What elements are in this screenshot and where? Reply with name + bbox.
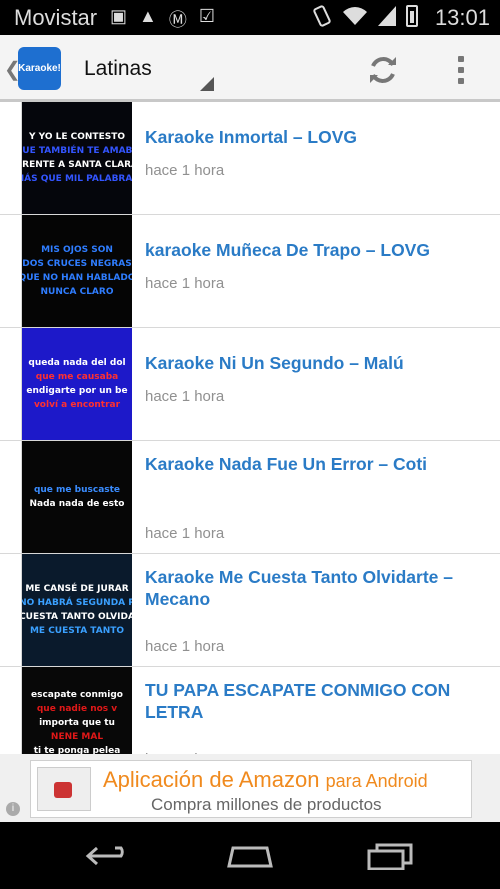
spinner-caret-icon <box>200 77 214 91</box>
alert-icon: ▲ <box>139 6 157 26</box>
video-thumbnail[interactable]: que me buscaste Nada nada de esto <box>22 441 132 553</box>
battery-icon <box>406 5 418 27</box>
list-item[interactable]: que me buscaste Nada nada de esto Karaoke … <box>0 441 500 554</box>
thumbnail-lyric-text: NENE MAL <box>50 732 104 742</box>
navigation-bar <box>0 822 500 889</box>
refresh-icon <box>370 57 396 83</box>
thumbnail-lyric-text: endigarte por un be <box>26 386 128 396</box>
thumbnail-lyric-text: QUE TAMBIÉN TE AMABA <box>22 146 132 156</box>
thumbnail-lyric-text: importa que tu <box>39 718 115 728</box>
video-thumbnail[interactable]: escapate conmigo que nadie nos v importa q… <box>22 667 132 754</box>
action-bar: ❮ Karaoke! Latinas <box>0 35 500 102</box>
video-timestamp: hace 1 hora <box>145 275 225 292</box>
thumbnail-lyric-text: queda nada del dol <box>28 358 126 368</box>
row-divider <box>0 441 22 553</box>
list-item[interactable]: escapate conmigo que nadie nos v importa q… <box>0 667 500 754</box>
row-divider <box>0 102 22 214</box>
thumbnail-lyric-text: QUE NO HAN HABLADO <box>22 273 132 283</box>
video-thumbnail[interactable]: ME CANSÉ DE JURAR NO HABRÁ SEGUNDA P CUEST… <box>22 554 132 666</box>
row-divider <box>0 554 22 666</box>
overflow-menu-button[interactable] <box>448 49 474 91</box>
thumbnail-lyric-text: volví a encontrar <box>33 400 121 410</box>
ad-subline: Compra millones de productos <box>151 795 382 814</box>
ad-content[interactable]: Aplicación de Amazon para Android Compra… <box>30 760 472 818</box>
refresh-button[interactable] <box>362 49 404 91</box>
system-icons <box>312 5 418 27</box>
notification-icons: ▣ ▲ Ⓜ ☑ <box>110 6 215 32</box>
thumbnail-lyric-text: que me buscaste <box>33 485 121 495</box>
thumbnail-lyric-text: ME CANSÉ DE JURAR <box>25 584 129 594</box>
video-thumbnail[interactable]: queda nada del dol que me causaba endigart… <box>22 328 132 440</box>
category-title: Latinas <box>84 57 152 80</box>
thumbnail-lyric-text: MÁS QUE MIL PALABRAS <box>22 174 132 184</box>
video-thumbnail[interactable]: Y YO LE CONTESTO QUE TAMBIÉN TE AMABA FREN… <box>22 102 132 214</box>
clock: 13:01 <box>434 5 490 30</box>
ad-banner[interactable]: Aplicación de Amazon para Android Compra… <box>0 754 500 822</box>
carrier-name: Movistar <box>14 5 98 30</box>
list-item[interactable]: ME CANSÉ DE JURAR NO HABRÁ SEGUNDA P CUEST… <box>0 554 500 667</box>
thumbnail-lyric-text: que me causaba <box>35 372 119 382</box>
thumbnail-lyric-text: Nada nada de esto <box>29 499 125 509</box>
bag-check-icon: ☑ <box>198 6 215 26</box>
app-logo[interactable]: Karaoke! <box>18 47 61 90</box>
ad-headline: Aplicación de Amazon para Android <box>103 767 428 792</box>
row-divider <box>0 328 22 440</box>
thumbnail-lyric-text: que nadie nos v <box>36 704 118 714</box>
thumbnail-lyric-text: ME CUESTA TANTO <box>29 626 125 636</box>
video-title[interactable]: Karaoke Me Cuesta Tanto Olvidarte – Meca… <box>145 566 485 610</box>
video-title[interactable]: TU PAPA ESCAPATE CONMIGO CON LETRA <box>145 679 485 723</box>
video-timestamp: hace 1 hora <box>145 525 225 542</box>
thumbnail-lyric-text: escapate conmigo <box>31 690 123 700</box>
ad-image <box>37 767 91 811</box>
list-item[interactable]: MIS OJOS SON DOS CRUCES NEGRAS QUE NO HAN … <box>0 215 500 328</box>
home-icon <box>227 846 273 868</box>
recent-apps-icon <box>367 843 413 870</box>
video-timestamp: hace 1 hora <box>145 638 225 655</box>
signal-icon <box>378 6 396 26</box>
back-icon <box>85 846 124 866</box>
video-title[interactable]: karaoke Muñeca De Trapo – LOVG <box>145 239 485 261</box>
back-button[interactable] <box>80 836 140 876</box>
image-icon: ▣ <box>110 6 128 26</box>
status-bar: Movistar ▣ ▲ Ⓜ ☑ 13:01 <box>0 0 500 35</box>
video-timestamp: hace 1 hora <box>145 162 225 179</box>
ad-info-icon[interactable]: i <box>6 802 20 816</box>
video-thumbnail[interactable]: MIS OJOS SON DOS CRUCES NEGRAS QUE NO HAN … <box>22 215 132 327</box>
thumbnail-lyric-text: Y YO LE CONTESTO <box>29 132 125 142</box>
vibrate-icon <box>313 5 331 27</box>
thumbnail-lyric-text: DOS CRUCES NEGRAS <box>22 259 132 269</box>
video-timestamp: hace 1 hora <box>145 388 225 405</box>
video-title[interactable]: Karaoke Ni Un Segundo – Malú <box>145 352 485 374</box>
thumbnail-lyric-text: ti te ponga pelea <box>33 746 121 754</box>
recent-apps-button[interactable] <box>360 836 420 876</box>
home-button[interactable] <box>220 836 280 876</box>
video-title[interactable]: Karaoke Inmortal – LOVG <box>145 126 485 148</box>
list-item[interactable]: Y YO LE CONTESTO QUE TAMBIÉN TE AMABA FREN… <box>0 102 500 215</box>
thumbnail-lyric-text: CUESTA TANTO OLVIDA <box>22 612 132 622</box>
thumbnail-lyric-text: FRENTE A SANTA CLARA <box>22 160 132 170</box>
list-item[interactable]: queda nada del dol que me causaba endigart… <box>0 328 500 441</box>
thumbnail-lyric-text: NUNCA CLARO <box>40 287 114 297</box>
overflow-menu-icon <box>458 56 464 62</box>
row-divider <box>0 215 22 327</box>
video-title[interactable]: Karaoke Nada Fue Un Error – Coti <box>145 453 485 475</box>
row-divider <box>0 667 22 754</box>
wifi-icon <box>343 7 367 25</box>
motorola-icon: Ⓜ <box>168 10 187 30</box>
video-list[interactable]: Y YO LE CONTESTO QUE TAMBIÉN TE AMABA FREN… <box>0 102 500 754</box>
thumbnail-lyric-text: MIS OJOS SON <box>41 245 113 255</box>
thumbnail-lyric-text: NO HABRÁ SEGUNDA P <box>22 598 132 608</box>
category-spinner[interactable]: Latinas <box>84 49 214 93</box>
